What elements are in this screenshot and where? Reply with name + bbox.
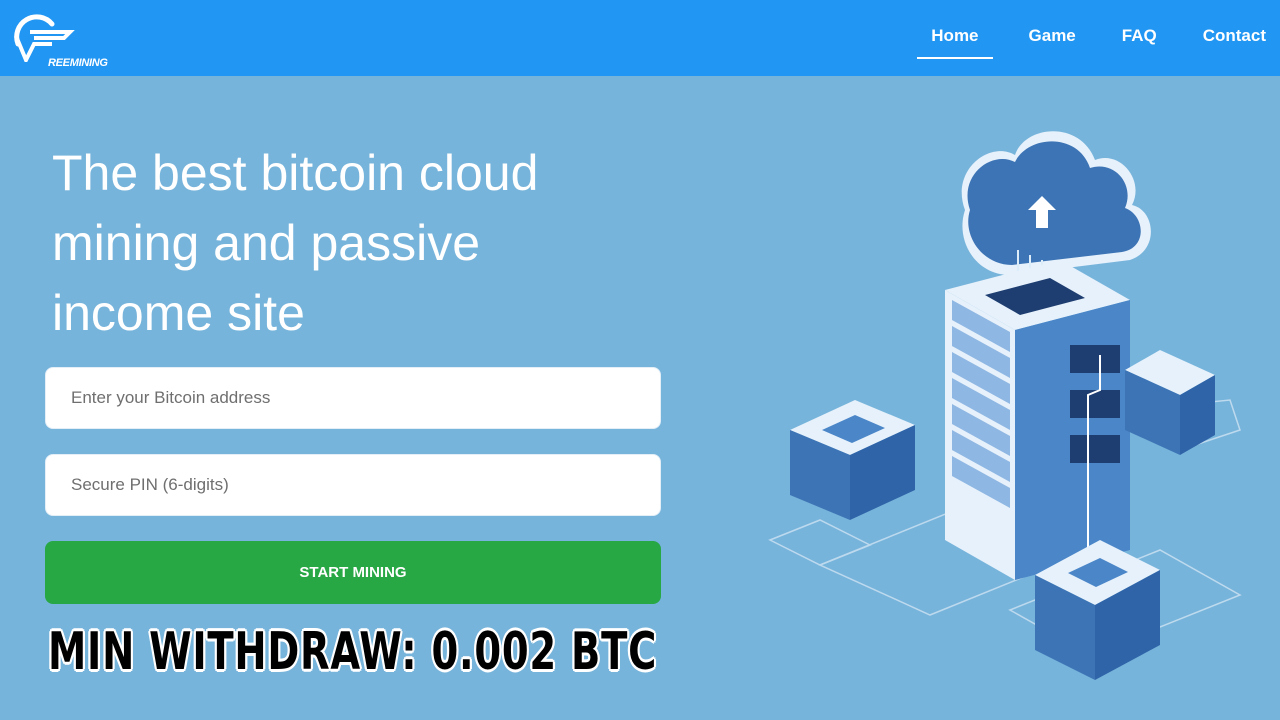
logo-icon [14,14,75,65]
server-stack-right-icon [1125,350,1215,455]
nav-home[interactable]: Home [917,0,993,76]
navbar: REEMINING Home Game FAQ Contact [0,0,1280,76]
cloud-icon [961,131,1151,275]
cloud-server-illustration [768,131,1242,680]
logo-text: REEMINING [48,57,108,69]
min-withdraw-overlay: MIN WITHDRAW: 0.002 BTC [48,622,658,682]
hero-headline: The best bitcoin cloud mining and passiv… [52,145,539,341]
main-nav: Home Game FAQ Contact [917,0,1266,76]
nav-faq[interactable]: FAQ [1122,0,1157,76]
nav-contact[interactable]: Contact [1203,0,1266,76]
start-mining-button[interactable]: START MINING [45,541,661,604]
server-stack-left-icon [790,400,915,520]
secure-pin-input[interactable] [45,454,661,516]
site-logo[interactable]: REEMINING [12,14,112,69]
bitcoin-address-input[interactable] [45,367,661,429]
nav-game[interactable]: Game [1029,0,1076,76]
server-rack-icon [945,260,1130,580]
